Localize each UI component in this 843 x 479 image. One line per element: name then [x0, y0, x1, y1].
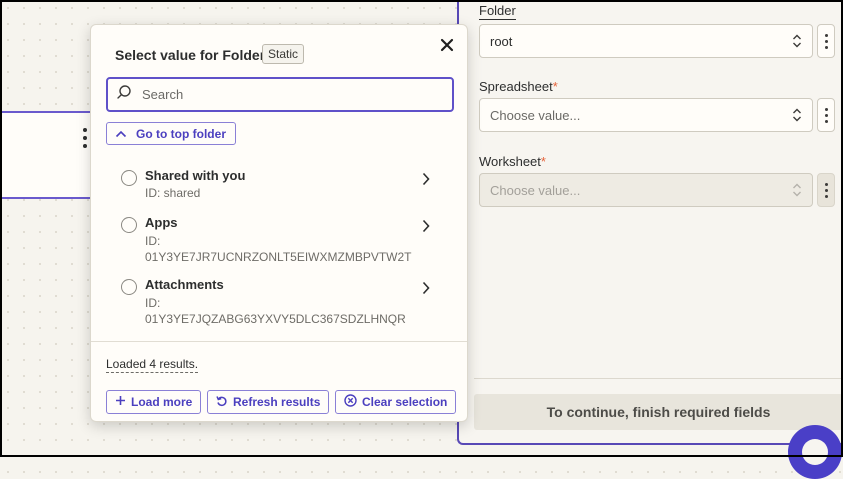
radio-button[interactable]	[121, 170, 137, 186]
spreadsheet-label: Spreadsheet*	[479, 79, 558, 94]
results-count: Loaded 4 results.	[106, 357, 199, 373]
refresh-label: Refresh results	[233, 395, 321, 409]
required-marker: *	[540, 154, 546, 169]
clear-selection-button[interactable]: Clear selection	[335, 390, 457, 414]
radio-button[interactable]	[121, 217, 137, 233]
item-name: Shared with you	[145, 168, 246, 183]
worksheet-options-button[interactable]	[817, 173, 835, 207]
chevron-right-icon[interactable]	[421, 219, 431, 233]
refresh-icon	[216, 395, 228, 410]
updown-icon	[792, 182, 802, 198]
chevron-right-icon[interactable]	[421, 172, 431, 186]
updown-icon	[792, 33, 802, 49]
spreadsheet-options-button[interactable]	[817, 98, 835, 132]
search-field[interactable]	[106, 77, 454, 112]
item-name: Apps	[145, 215, 178, 230]
item-id: ID: 01Y3YE7JR7UCNRZONLT5EIWXMZMBPVTW2T	[145, 234, 412, 264]
search-icon	[116, 84, 132, 105]
go-to-top-folder-button[interactable]: Go to top folder	[106, 122, 236, 145]
radio-button[interactable]	[121, 279, 137, 295]
folder-value: root	[490, 33, 513, 49]
popover-title: Select value for Folder	[115, 47, 266, 63]
list-item[interactable]: Apps ID: 01Y3YE7JR7UCNRZONLT5EIWXMZMBPVT…	[91, 215, 467, 275]
folder-select[interactable]: root	[479, 24, 813, 58]
load-more-button[interactable]: Load more	[106, 390, 202, 414]
load-more-label: Load more	[131, 395, 193, 409]
item-name: Attachments	[145, 277, 224, 292]
close-icon[interactable]	[439, 37, 455, 53]
item-id: ID: shared	[145, 186, 201, 200]
worksheet-placeholder: Choose value...	[490, 182, 581, 198]
worksheet-label: Worksheet*	[479, 154, 546, 169]
folder-label: Folder	[479, 3, 516, 20]
go-to-top-folder-label: Go to top folder	[136, 126, 226, 141]
panel-divider	[474, 378, 843, 379]
list-item[interactable]: Attachments ID: 01Y3YE7JQZABG63YXVY5DLC3…	[91, 277, 467, 337]
required-marker: *	[552, 79, 558, 94]
chevron-up-icon	[115, 127, 127, 141]
chevron-right-icon[interactable]	[421, 281, 431, 295]
item-id: ID: 01Y3YE7JQZABG63YXVY5DLC367SDZLHNQR	[145, 296, 406, 326]
step-menu-icon[interactable]	[82, 128, 88, 148]
clear-icon	[344, 394, 357, 410]
search-input[interactable]	[140, 86, 440, 103]
folder-picker-popover: Select value for Folder Static Go to top…	[90, 24, 468, 422]
clear-selection-label: Clear selection	[362, 395, 448, 409]
spreadsheet-placeholder: Choose value...	[490, 107, 581, 123]
static-badge: Static	[262, 44, 305, 64]
worksheet-select[interactable]: Choose value...	[479, 173, 813, 207]
help-chat-button[interactable]	[788, 425, 842, 479]
folder-options-button[interactable]	[817, 24, 835, 58]
popover-divider	[91, 341, 467, 342]
updown-icon	[792, 107, 802, 123]
plus-icon	[115, 395, 126, 409]
spreadsheet-select[interactable]: Choose value...	[479, 98, 813, 132]
refresh-results-button[interactable]: Refresh results	[207, 390, 330, 414]
continue-button[interactable]: To continue, finish required fields	[474, 394, 843, 430]
